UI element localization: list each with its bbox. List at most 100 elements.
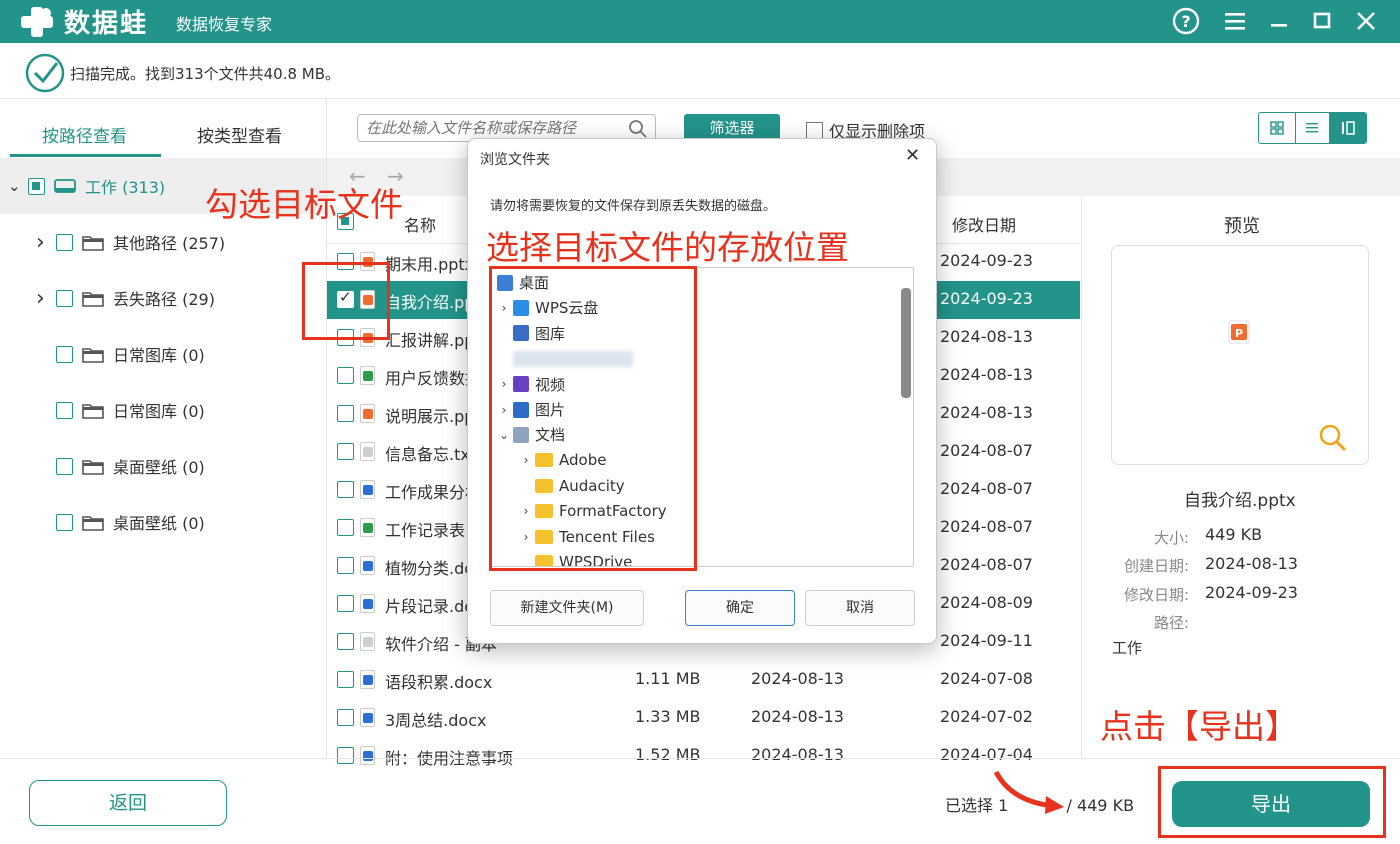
tree-item-checkbox[interactable] [56, 401, 73, 419]
file-row-checkbox[interactable] [337, 481, 354, 498]
preview-panel: 预览 P 自我介绍.pptx 大小: 449 KB 创建日期: 2024-08-… [1081, 198, 1400, 758]
tree-item-checkbox[interactable] [56, 345, 73, 363]
file-size: 1.33 MB [635, 707, 701, 726]
active-tab-indicator [10, 154, 161, 157]
dialog-title: 浏览文件夹 [480, 152, 550, 168]
file-row[interactable]: 3周总结.docx 1.33 MB 2024-08-13 2024-07-02 [327, 699, 1080, 737]
file-modified: 2024-09-23 [940, 289, 1033, 308]
file-row-checkbox[interactable] [337, 595, 354, 612]
tree-item[interactable]: 日常图库 (0) [36, 390, 205, 430]
maximize-icon[interactable] [1307, 6, 1337, 36]
file-modified: 2024-08-13 [940, 403, 1033, 422]
tree-item-label: 丢失路径 (29) [113, 290, 215, 309]
help-icon[interactable]: ? [1171, 6, 1201, 36]
tree-item-label: 桌面壁纸 (0) [113, 514, 205, 533]
doc-file-icon [360, 708, 375, 727]
file-modified: 2024-08-13 [940, 365, 1033, 384]
preview-created: 2024-08-13 [1205, 554, 1298, 573]
zoom-icon[interactable] [1317, 422, 1349, 454]
chevron-right-icon[interactable]: › [36, 230, 56, 255]
file-modified: 2024-09-23 [940, 251, 1033, 270]
grid-view-icon[interactable] [1259, 113, 1295, 143]
column-modified[interactable]: 修改日期 [952, 212, 1016, 236]
minimize-icon[interactable] [1264, 6, 1294, 36]
file-row-checkbox[interactable] [337, 405, 354, 422]
txt-file-icon [360, 632, 375, 651]
file-row-checkbox[interactable] [337, 557, 354, 574]
dialog-cancel-button[interactable]: 取消 [805, 590, 915, 626]
scan-status-bar: 扫描完成。找到313个文件共40.8 MB。 [0, 43, 1400, 99]
tree-item-checkbox[interactable] [56, 233, 73, 251]
doc-file-icon [360, 480, 375, 499]
column-name[interactable]: 名称 [404, 212, 436, 236]
dialog-scrollbar[interactable] [901, 288, 911, 398]
folder-icon [82, 347, 104, 363]
doc-file-icon [360, 556, 375, 575]
title-bar: 数据蛙 数据恢复专家 ? [0, 0, 1400, 43]
tree-item-checkbox[interactable] [56, 457, 73, 475]
file-modified: 2024-08-07 [940, 479, 1033, 498]
only-deleted-checkbox[interactable] [806, 121, 823, 139]
file-name: 语段积累.docx [385, 673, 493, 692]
file-name: 3周总结.docx [385, 711, 487, 730]
chevron-right-icon[interactable]: › [36, 286, 56, 311]
file-row-checkbox[interactable] [337, 633, 354, 650]
file-row-checkbox[interactable] [337, 671, 354, 688]
file-modified: 2024-07-02 [940, 707, 1033, 726]
tree-item-checkbox[interactable] [56, 513, 73, 531]
file-row-checkbox[interactable] [337, 443, 354, 460]
close-icon[interactable] [1351, 6, 1381, 36]
file-created: 2024-08-13 [751, 669, 844, 688]
file-modified: 2024-08-07 [940, 517, 1033, 536]
preview-modified: 2024-09-23 [1205, 583, 1298, 602]
ppt-file-icon [360, 404, 375, 423]
dialog-close-icon[interactable]: ✕ [905, 145, 920, 166]
menu-icon[interactable] [1220, 6, 1250, 36]
scan-complete-icon [25, 53, 65, 93]
drive-icon [54, 179, 76, 193]
list-view-icon[interactable] [1294, 113, 1331, 143]
doc-file-icon [360, 670, 375, 689]
preview-path: 工作 [1112, 639, 1143, 657]
highlight-folder-box [489, 266, 697, 571]
tab-by-type[interactable]: 按类型查看 [197, 122, 282, 147]
file-created: 2024-08-13 [751, 707, 844, 726]
search-icon[interactable] [628, 119, 648, 139]
folder-icon [82, 235, 104, 251]
folder-icon [82, 291, 104, 307]
search-input[interactable] [366, 118, 621, 138]
tree-root-checkbox[interactable] [28, 177, 45, 195]
view-tabs: 按路径查看 按类型查看 [0, 100, 326, 157]
preview-size: 449 KB [1205, 525, 1263, 544]
dialog-ok-button[interactable]: 确定 [685, 590, 795, 626]
file-modified: 2024-08-13 [940, 327, 1033, 346]
dialog-message: 请勿将需要恢复的文件保存到原丢失数据的磁盘。 [490, 199, 777, 214]
tree-item[interactable]: 日常图库 (0) [36, 334, 205, 374]
file-row-checkbox[interactable] [337, 519, 354, 536]
txt-file-icon [360, 442, 375, 461]
preview-box: P [1111, 245, 1369, 465]
new-folder-button[interactable]: 新建文件夹(M) [490, 590, 644, 626]
preview-path-label: 路径: [1153, 614, 1189, 632]
tree-item[interactable]: › 其他路径 (257) [36, 222, 225, 262]
app-name: 数据蛙 [64, 9, 149, 39]
tab-by-path[interactable]: 按路径查看 [42, 122, 127, 147]
tree-item[interactable]: 桌面壁纸 (0) [36, 446, 205, 486]
tree-item-checkbox[interactable] [56, 289, 73, 307]
back-button[interactable]: 返回 [29, 780, 227, 826]
file-row-checkbox[interactable] [337, 367, 354, 384]
file-row[interactable]: 语段积累.docx 1.11 MB 2024-08-13 2024-07-08 [327, 661, 1080, 699]
pptx-file-icon: P [1228, 320, 1250, 344]
tree-item[interactable]: › 丢失路径 (29) [36, 278, 215, 318]
tree-item-label: 日常图库 (0) [113, 402, 205, 421]
selection-size: / 449 KB [1066, 796, 1135, 815]
file-row-checkbox[interactable] [337, 709, 354, 726]
tree-item-label: 桌面壁纸 (0) [113, 458, 205, 477]
detail-view-icon[interactable] [1330, 113, 1366, 143]
tree-item[interactable]: 桌面壁纸 (0) [36, 502, 205, 542]
chevron-down-icon[interactable]: ⌄ [8, 177, 28, 195]
file-size: 1.11 MB [635, 669, 701, 688]
preview-size-label: 大小: [1153, 529, 1189, 547]
preview-title: 预览 [1224, 216, 1260, 237]
scan-status-text: 扫描完成。找到313个文件共40.8 MB。 [70, 65, 341, 83]
